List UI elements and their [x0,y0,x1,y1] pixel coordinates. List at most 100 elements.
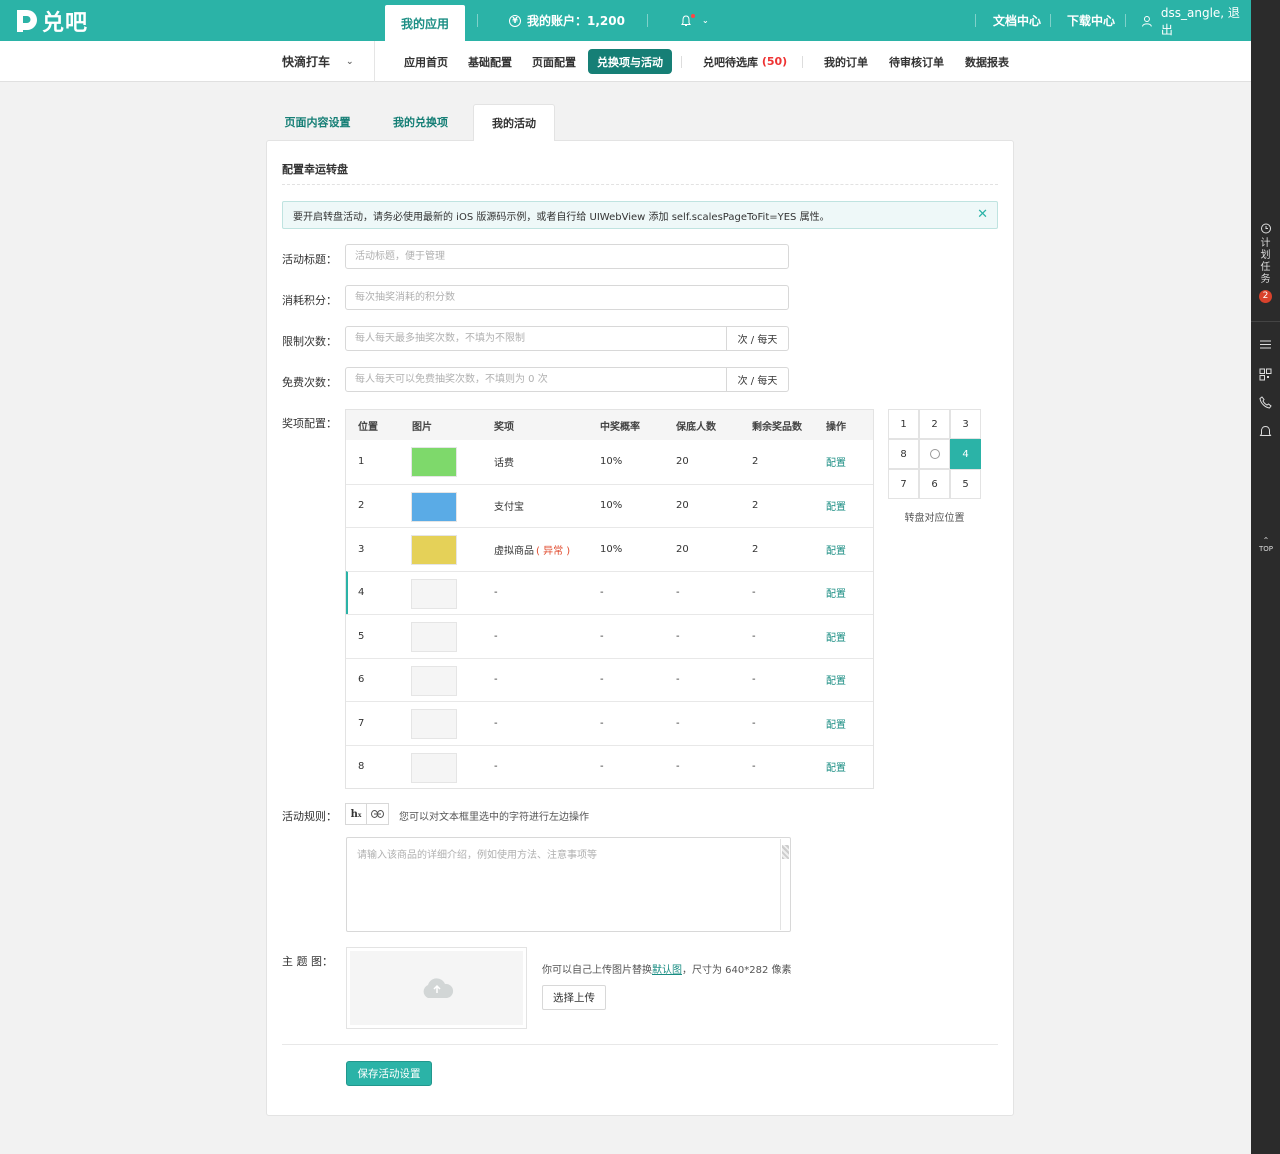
rules-textarea[interactable] [346,837,791,932]
configure-link[interactable]: 配置 [826,440,846,484]
heading-format-button[interactable]: hx [345,803,367,825]
wheel-cell[interactable]: 2 [919,409,950,439]
theme-image-label: 主 题 图： [282,955,333,968]
prize-rate: 10% [600,500,623,512]
rules-hint: 您可以对文本框里选中的字符进行左边操作 [399,812,589,823]
nav-reports[interactable]: 数据报表 [965,41,1009,82]
tab-page-content[interactable]: 页面内容设置 [280,104,355,140]
phone-icon[interactable] [1259,396,1272,409]
prize-image [411,447,457,477]
table-row[interactable]: 5 - - - - 配置 [346,614,873,658]
top-tab-my-apps[interactable]: 我的应用 [385,5,465,41]
free-times-input[interactable] [345,367,727,392]
plan-task-button[interactable]: 计划任务 2 [1251,222,1280,303]
divider [374,41,375,82]
wheel-cell[interactable]: 3 [950,409,981,439]
configure-link[interactable]: 配置 [826,659,846,702]
account-balance[interactable]: ¥ 我的账户：1,200 [509,0,625,41]
prize-name-cell: - [494,659,498,702]
wheel-cell[interactable]: 1 [888,409,919,439]
notifications-button[interactable]: ⌄ [680,0,709,41]
prize-name: 支付宝 [494,502,524,514]
divider [282,1044,998,1045]
wheel-cell[interactable]: 7 [888,469,919,499]
cost-points-input[interactable] [345,285,789,310]
link-format-button[interactable] [367,803,389,825]
col-rate: 中奖概率 [600,421,640,433]
back-to-top-label: TOP [1258,545,1273,553]
app-selector[interactable]: 快滴打车 ⌄ [282,41,354,82]
limit-times-input[interactable] [345,326,727,351]
configure-link[interactable]: 配置 [826,528,846,571]
save-activity-button[interactable]: 保存活动设置 [346,1061,432,1086]
rules-label: 活动规则： [282,810,337,823]
prize-position: 8 [358,761,365,773]
wheel-cell[interactable]: 4 [950,439,981,469]
docs-link[interactable]: 文档中心 [993,0,1041,41]
prize-remaining: - [752,717,756,729]
configure-link[interactable]: 配置 [826,702,846,745]
textarea-scrollbar[interactable] [780,839,789,930]
nav-candidate-pool-label: 兑吧待选库 [703,55,758,69]
close-icon[interactable]: ✕ [977,208,988,222]
table-row[interactable]: 2 支付宝 10% 20 2 配置 [346,483,873,528]
default-image-link[interactable]: 默认图 [652,965,682,976]
scrollbar-thumb[interactable] [782,845,789,859]
table-row[interactable]: 3 虚拟商品( 异常 ) 10% 20 2 配置 [346,527,873,571]
chevron-down-icon: ⌄ [346,56,354,67]
menu-icon[interactable] [1259,338,1272,351]
configure-link[interactable]: 配置 [826,746,846,789]
activity-title-input[interactable] [345,244,789,269]
nav-my-orders[interactable]: 我的订单 [824,41,868,82]
nav-candidate-pool[interactable]: 兑吧待选库 (50) [703,41,787,82]
nav-items-activities[interactable]: 兑换项与活动 [588,49,672,74]
theme-image-preview[interactable] [346,947,527,1029]
divider [647,14,648,27]
prize-position: 6 [358,674,365,686]
nav-pending-orders[interactable]: 待审核订单 [889,41,944,82]
table-row[interactable]: 8 - - - - 配置 [346,744,873,789]
cloud-upload-icon [423,978,453,998]
table-row[interactable]: 6 - - - - 配置 [346,657,873,702]
tab-my-items[interactable]: 我的兑换项 [388,104,453,140]
brand-logo[interactable]: 兑吧 [14,8,88,36]
wheel-cell[interactable]: 8 [888,439,919,469]
back-to-top-button[interactable]: ⌃ TOP [1257,537,1275,554]
configure-link[interactable]: 配置 [826,485,846,528]
prize-rate: - [600,674,604,686]
right-toolbar: 计划任务 2 ⌃ TOP [1251,0,1280,1154]
nav-page-config[interactable]: 页面配置 [532,41,576,82]
prize-name-cell: 支付宝 [494,485,524,528]
tab-my-activities[interactable]: 我的活动 [473,104,555,141]
prize-rate: 10% [600,456,623,468]
qr-code-icon[interactable] [1259,368,1272,381]
prizes-label: 奖项配置： [282,417,337,430]
prize-min-users: - [676,717,680,729]
logo-icon [17,10,37,32]
wheel-center-cell[interactable] [919,439,950,469]
table-row[interactable]: 7 - - - - 配置 [346,701,873,745]
table-row[interactable]: 1 话费 10% 20 2 配置 [346,440,873,484]
prize-remaining: - [752,630,756,642]
activity-title-label: 活动标题： [282,253,337,266]
app-name: 快滴打车 [282,55,331,69]
account-label: 我的账户：1,200 [527,14,625,28]
coin-icon: ¥ [509,14,521,27]
divider [802,56,803,68]
select-upload-button[interactable]: 选择上传 [542,985,606,1010]
prize-name: - [494,674,498,686]
wheel-cell[interactable]: 6 [919,469,950,499]
chat-icon[interactable] [1259,425,1272,438]
configure-link[interactable]: 配置 [826,615,846,658]
prize-min-users: - [676,674,680,686]
nav-basic-config[interactable]: 基础配置 [468,41,512,82]
prize-position: 1 [358,456,365,468]
downloads-link[interactable]: 下载中心 [1067,0,1115,41]
nav-app-home[interactable]: 应用首页 [404,41,448,82]
user-menu[interactable]: dss_angle, 退出 [1141,0,1251,41]
prize-min-users: 20 [676,543,689,555]
wheel-cell[interactable]: 5 [950,469,981,499]
configure-link[interactable]: 配置 [826,572,846,615]
table-row[interactable]: 4 - - - - 配置 [346,570,873,615]
info-alert: 要开启转盘活动，请务必使用最新的 iOS 版源码示例，或者自行给 UIWebVi… [282,201,998,229]
